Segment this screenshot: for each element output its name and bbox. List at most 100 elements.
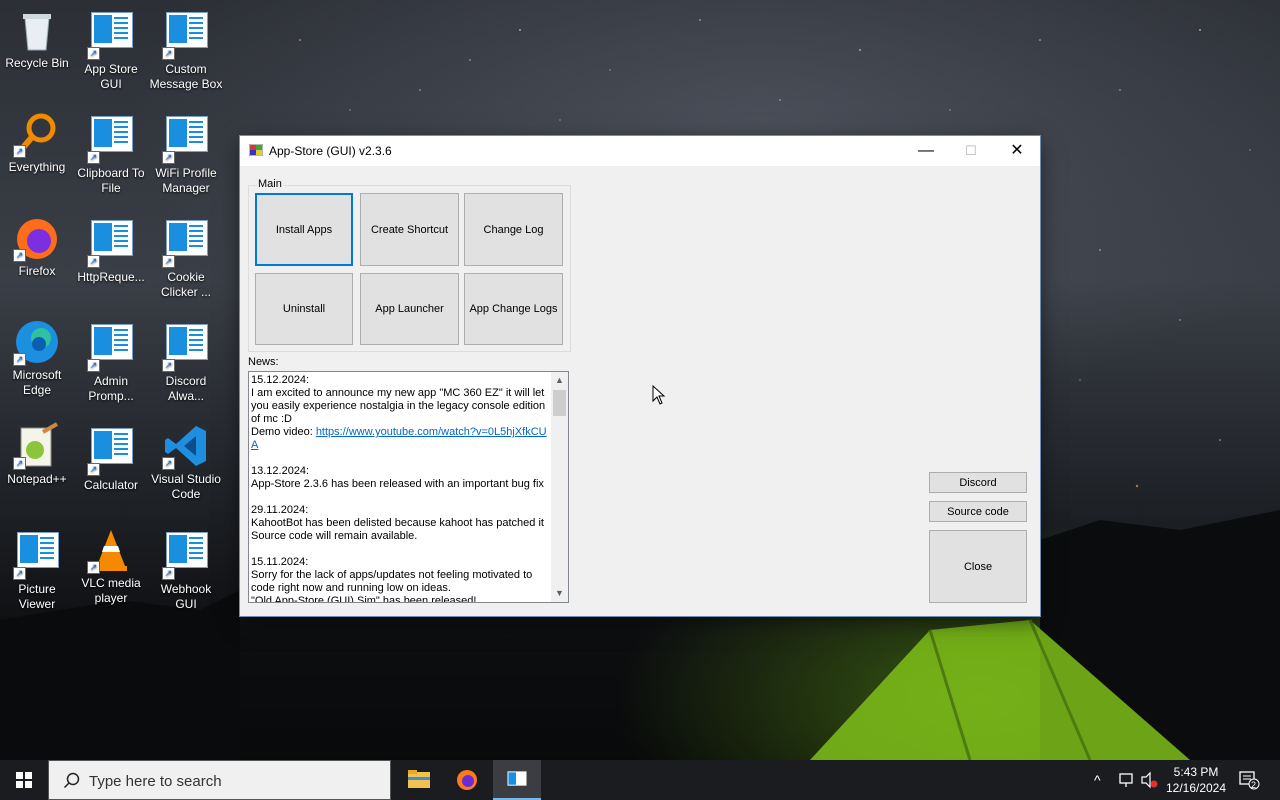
desktop-icon-label: Picture Viewer — [18, 582, 56, 611]
change-log-button[interactable]: Change Log — [464, 193, 563, 266]
desktop-icon[interactable]: ↗ Webhook GUI — [149, 526, 223, 612]
windows-start-icon[interactable] — [0, 760, 48, 800]
desktop-icon[interactable]: ↗ WiFi Profile Manager — [149, 110, 223, 196]
app-window-icon: ↗ — [87, 220, 135, 268]
desktop-icon-label: Everything — [8, 160, 66, 174]
taskbar-clock[interactable]: 5:43 PM 12/16/2024 — [1160, 764, 1232, 796]
clock-time: 5:43 PM — [1173, 765, 1219, 779]
shortcut-arrow-icon: ↗ — [13, 457, 26, 470]
shortcut-arrow-icon: ↗ — [87, 255, 100, 268]
app-window-icon: ↗ — [87, 324, 135, 372]
shortcut-arrow-icon: ↗ — [13, 145, 26, 158]
desktop-icon[interactable]: ↗ App Store GUI — [74, 6, 148, 92]
desktop-icon-label: App Store GUI — [84, 62, 138, 91]
desktop-icon-label: VLC media player — [81, 576, 141, 605]
app-change-logs-button[interactable]: App Change Logs — [464, 273, 563, 345]
scroll-down-arrow-icon[interactable]: ▼ — [551, 585, 568, 602]
news-text: I am excited to announce my new app "MC … — [251, 387, 546, 425]
desktop-icon[interactable]: ↗ Picture Viewer — [0, 526, 74, 612]
news-demo-prefix: Demo video: — [251, 426, 316, 438]
desktop-icon-label: Microsoft Edge — [12, 368, 62, 397]
file-explorer-icon[interactable] — [395, 760, 443, 800]
scroll-thumb[interactable] — [553, 390, 566, 416]
app-store-taskbar-icon[interactable] — [493, 760, 541, 800]
search-icon — [63, 772, 80, 789]
news-textbox[interactable]: 15.12.2024: I am excited to announce my … — [248, 371, 569, 603]
main-group-label: Main — [257, 178, 283, 190]
edge-icon: ↗ — [13, 318, 61, 366]
create-shortcut-button[interactable]: Create Shortcut — [360, 193, 459, 266]
window-titlebar[interactable]: App-Store (GUI) v2.3.6 — ☐ ✕ — [240, 136, 1040, 166]
desktop-icon[interactable]: ↗ Clipboard To File — [74, 110, 148, 196]
desktop-icon[interactable]: ↗ Microsoft Edge — [0, 318, 74, 398]
chevron-up-icon[interactable]: ^ — [1094, 760, 1114, 800]
desktop-icon-label: Discord Alwa... — [165, 374, 207, 403]
shortcut-arrow-icon: ↗ — [162, 359, 175, 372]
mouse-cursor-icon — [652, 385, 666, 405]
news-date: 15.11.2024: — [251, 556, 309, 568]
news-text: Source code will remain available. — [251, 530, 418, 542]
vscode-icon: ↗ — [162, 422, 210, 470]
shortcut-arrow-icon: ↗ — [87, 463, 100, 476]
app-window-icon: ↗ — [87, 116, 135, 164]
close-window-button[interactable]: ✕ — [994, 136, 1040, 166]
app-store-window: App-Store (GUI) v2.3.6 — ☐ ✕ Main Instal… — [240, 136, 1040, 616]
desktop-icon[interactable]: ↗ Cookie Clicker ... — [149, 214, 223, 300]
desktop-icon-label: Cookie Clicker ... — [160, 270, 211, 299]
desktop-icon[interactable]: ↗ Everything — [0, 110, 74, 175]
desktop-icon[interactable]: ↗ Calculator — [74, 422, 148, 493]
desktop-icon[interactable]: ↗ Notepad++ — [0, 422, 74, 487]
discord-button[interactable]: Discord — [929, 472, 1027, 493]
desktop-icon[interactable]: ↗ Admin Promp... — [74, 318, 148, 404]
desktop-icon-label: Admin Promp... — [88, 374, 134, 403]
desktop-icon[interactable]: Recycle Bin — [0, 6, 74, 71]
desktop-icon-label: Custom Message Box — [149, 62, 223, 91]
scroll-up-arrow-icon[interactable]: ▲ — [551, 372, 568, 389]
shortcut-arrow-icon: ↗ — [162, 47, 175, 60]
desktop-icon-label: Calculator — [83, 478, 139, 492]
search-placeholder: Type here to search — [89, 773, 222, 790]
desktop-icon[interactable]: ↗ Visual Studio Code — [149, 422, 223, 502]
desktop-icon[interactable]: ↗ VLC media player — [74, 526, 148, 606]
app-window-icon: ↗ — [162, 324, 210, 372]
news-scrollbar[interactable]: ▲ ▼ — [551, 372, 568, 602]
install-apps-button[interactable]: Install Apps — [255, 193, 353, 266]
app-window-icon: ↗ — [162, 116, 210, 164]
news-content: 15.12.2024: I am excited to announce my … — [251, 374, 551, 602]
uninstall-button[interactable]: Uninstall — [255, 273, 353, 345]
shortcut-arrow-icon: ↗ — [13, 353, 26, 366]
shortcut-arrow-icon: ↗ — [87, 47, 100, 60]
app-window-icon: ↗ — [162, 12, 210, 60]
vlc-icon: ↗ — [87, 526, 135, 574]
news-date: 13.12.2024: — [251, 465, 310, 477]
shortcut-arrow-icon: ↗ — [13, 249, 26, 262]
volume-muted-icon[interactable] — [1138, 760, 1160, 800]
taskbar-search-box[interactable]: Type here to search — [48, 760, 391, 800]
app-window-icon: ↗ — [87, 428, 135, 476]
desktop-icon-label: Firefox — [18, 264, 56, 278]
desktop-icon-label: Visual Studio Code — [151, 472, 221, 501]
close-button[interactable]: Close — [929, 530, 1027, 603]
desktop-icon-label: Clipboard To File — [77, 166, 145, 195]
shortcut-arrow-icon: ↗ — [87, 561, 100, 574]
desktop-icon[interactable]: ↗ HttpReque... — [74, 214, 148, 285]
news-label: News: — [248, 356, 279, 368]
app-window-icon — [249, 144, 263, 156]
minimize-button[interactable]: — — [903, 136, 949, 166]
shortcut-arrow-icon: ↗ — [162, 151, 175, 164]
desktop-icon-label: Notepad++ — [7, 472, 67, 486]
desktop-icon[interactable]: ↗ Discord Alwa... — [149, 318, 223, 404]
maximize-button[interactable]: ☐ — [948, 136, 994, 166]
source-code-button[interactable]: Source code — [929, 501, 1027, 522]
desktop-icon-label: Webhook GUI — [160, 582, 212, 611]
desktop-icon[interactable]: ↗ Firefox — [0, 214, 74, 279]
everything-icon: ↗ — [13, 110, 61, 158]
shortcut-arrow-icon: ↗ — [87, 359, 100, 372]
app-launcher-button[interactable]: App Launcher — [360, 273, 459, 345]
window-title: App-Store (GUI) v2.3.6 — [269, 144, 392, 158]
notification-center-icon[interactable] — [1236, 760, 1262, 800]
desktop-icon-label: WiFi Profile Manager — [155, 166, 217, 195]
desktop-icon[interactable]: ↗ Custom Message Box — [149, 6, 223, 92]
firefox-taskbar-icon[interactable] — [443, 760, 491, 800]
network-icon[interactable] — [1116, 760, 1138, 800]
